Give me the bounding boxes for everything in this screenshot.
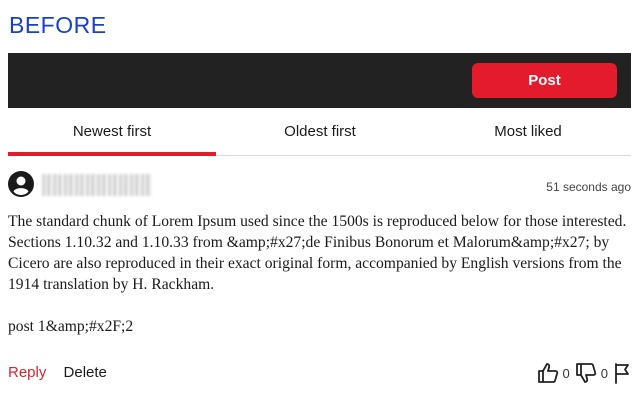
comment-timestamp: 51 seconds ago (546, 180, 631, 194)
reply-button[interactable]: Reply (8, 364, 46, 381)
comment-toolbar: Post (8, 53, 631, 108)
flag-icon[interactable] (613, 362, 631, 384)
user-circle-icon (8, 171, 34, 197)
delete-button[interactable]: Delete (64, 364, 107, 381)
post-button[interactable]: Post (472, 63, 617, 98)
tab-newest-first[interactable]: Newest first (8, 108, 216, 156)
tab-oldest-first[interactable]: Oldest first (216, 108, 424, 155)
before-label: BEFORE (9, 12, 107, 38)
like-count: 0 (562, 365, 570, 381)
thumbs-up-icon[interactable] (537, 362, 559, 384)
sort-tabs: Newest first Oldest first Most liked (8, 108, 631, 156)
comment-body: The standard chunk of Lorem Ipsum used s… (8, 211, 632, 337)
thumbs-down-icon[interactable] (575, 362, 597, 384)
username-redacted (42, 174, 152, 196)
comment-paragraph: The standard chunk of Lorem Ipsum used s… (8, 213, 627, 293)
comment-paragraph: post 1&amp;#x2F;2 (8, 318, 134, 335)
dislike-count: 0 (600, 365, 608, 381)
vote-controls: 0 0 (537, 362, 631, 384)
tab-most-liked[interactable]: Most liked (424, 108, 632, 155)
comment-actions: Reply Delete (8, 364, 107, 381)
